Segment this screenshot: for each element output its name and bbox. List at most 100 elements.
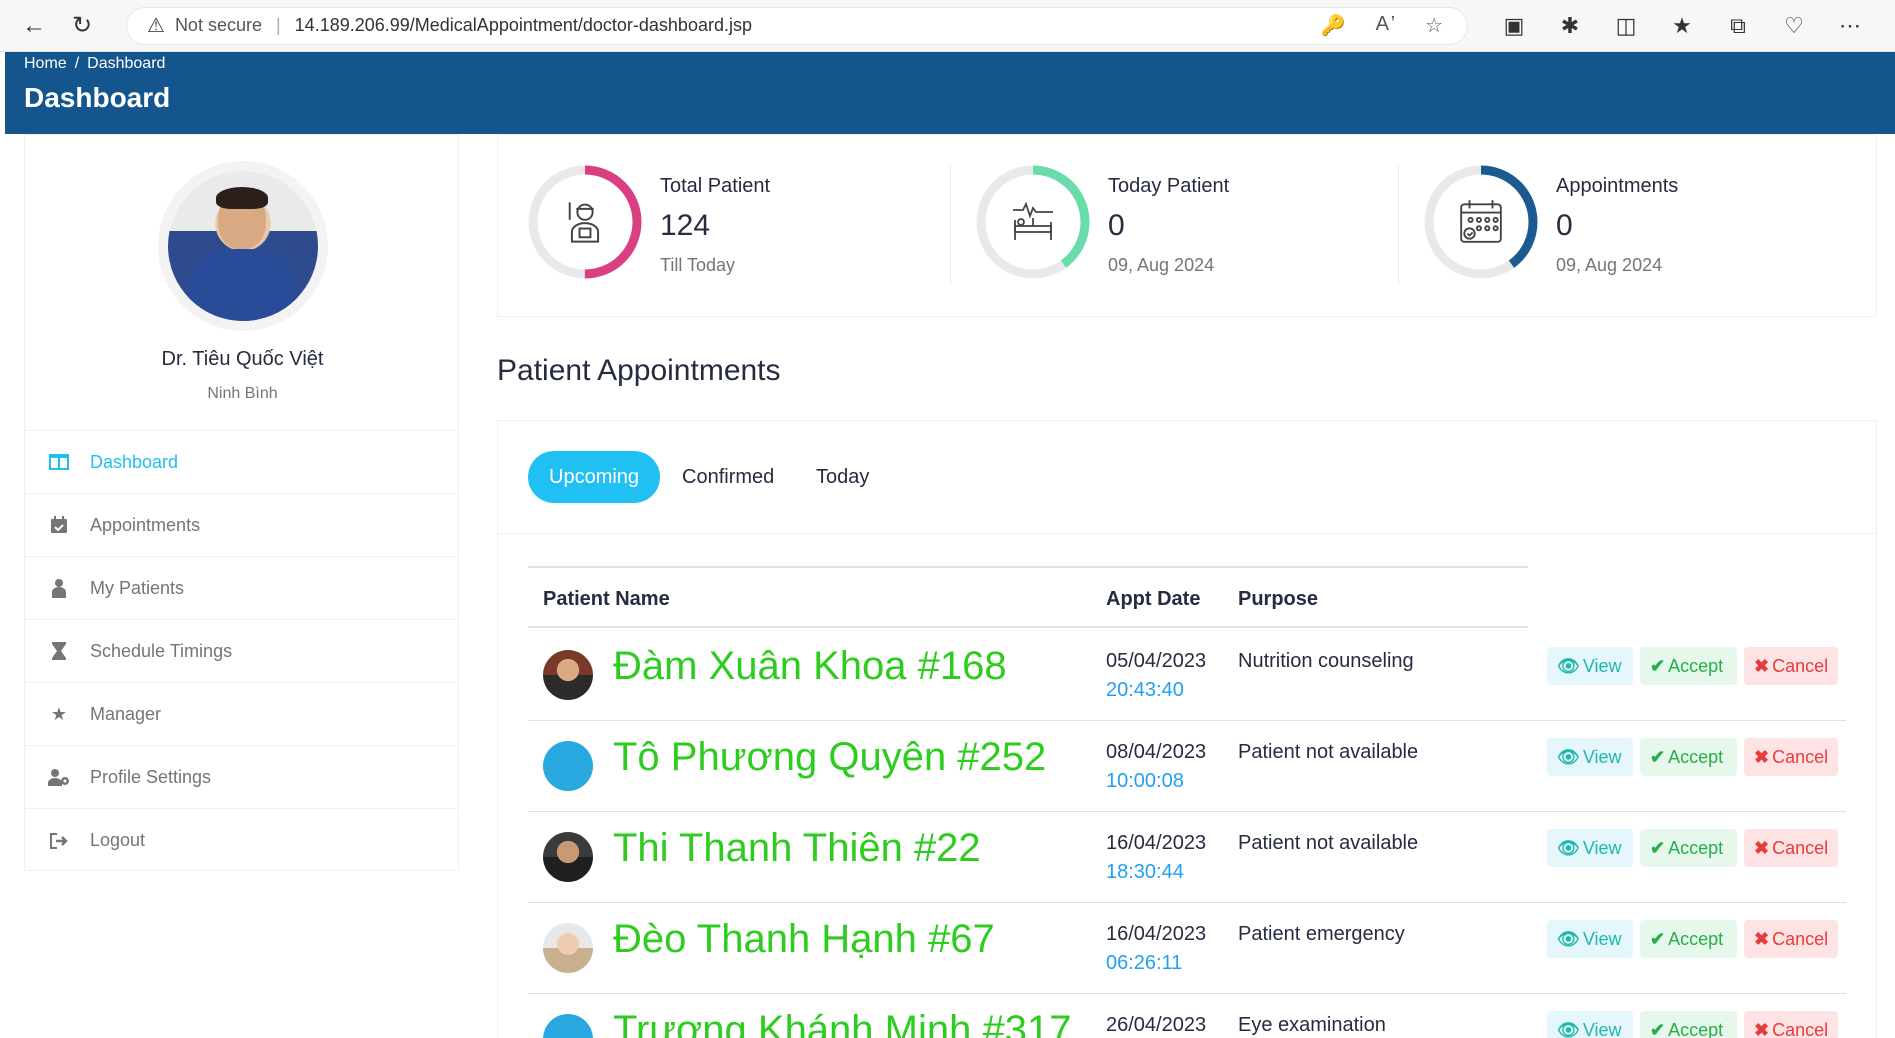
url-text[interactable]: 14.189.206.99/MedicalAppointment/doctor-…	[295, 15, 752, 36]
split-screen-icon[interactable]: ◫	[1610, 13, 1642, 39]
more-icon[interactable]: ⋯	[1834, 13, 1866, 39]
sidebar-menu: Dashboard Appointments My Patients Sched…	[25, 431, 458, 872]
tab-upcoming[interactable]: Upcoming	[528, 451, 661, 503]
sidebar-item-appointments[interactable]: Appointments	[25, 494, 458, 557]
reload-icon[interactable]: ↻	[62, 6, 102, 46]
address-bar[interactable]: ⚠ Not secure | 14.189.206.99/MedicalAppo…	[126, 6, 1468, 45]
doctor-name: Dr. Tiêu Quốc Việt	[161, 348, 324, 370]
doctor-avatar	[168, 171, 318, 321]
close-icon: ✖	[1754, 929, 1770, 949]
doctor-location: Ninh Bình	[207, 385, 278, 402]
stat-label: Appointments	[1556, 175, 1679, 197]
table-row: Đèo Thanh Hạnh #67 16/04/2023 06:26:11 Pati…	[528, 903, 1846, 994]
view-button[interactable]: 👁 View	[1547, 920, 1633, 958]
accept-label: Accept	[1668, 838, 1724, 858]
appt-date: 05/04/2023	[1106, 650, 1207, 672]
cancel-button[interactable]: ✖ Cancel	[1744, 829, 1838, 867]
patient-avatar[interactable]	[543, 1014, 593, 1038]
page-header: Home / Dashboard Dashboard	[5, 52, 1895, 134]
view-button[interactable]: 👁 View	[1547, 829, 1633, 867]
appt-purpose: Nutrition counseling	[1238, 650, 1414, 672]
appt-purpose: Patient not available	[1238, 741, 1419, 763]
patient-icon	[561, 198, 609, 246]
table-row: Đàm Xuân Khoa #168 05/04/2023 20:43:40 Nutr…	[528, 630, 1846, 721]
appt-date: 26/04/2023	[1106, 1014, 1207, 1036]
puzzle-icon[interactable]: ✱	[1554, 13, 1586, 39]
stat-sub: 09, Aug 2024	[1108, 255, 1215, 275]
sidebar-item-profile-settings[interactable]: Profile Settings	[25, 746, 458, 809]
favorite-star-icon[interactable]: ☆	[1425, 13, 1443, 38]
stat-value: 0	[1556, 209, 1573, 242]
accept-button[interactable]: ✔ Accept	[1640, 1011, 1737, 1038]
patient-avatar[interactable]	[543, 650, 593, 700]
stat-value: 124	[660, 209, 711, 242]
hospital-bed-icon	[1009, 198, 1057, 246]
column-header-purpose: Purpose	[1238, 588, 1319, 610]
health-icon[interactable]: ♡	[1778, 13, 1810, 39]
accept-button[interactable]: ✔ Accept	[1640, 738, 1737, 776]
patient-name[interactable]: Đàm Xuân Khoa #168	[613, 644, 1007, 689]
sidebar-item-logout[interactable]: Logout	[25, 809, 458, 872]
table-row: Tô Phương Quyên #252 08/04/2023 10:00:08 Pa…	[528, 721, 1846, 812]
eye-icon: 👁	[1557, 1020, 1580, 1038]
patient-name[interactable]: Tô Phương Quyên #252	[613, 735, 1046, 780]
appt-time: 10:00:08	[1106, 770, 1184, 792]
patient-icon	[47, 577, 71, 599]
stat-sub: 09, Aug 2024	[1556, 255, 1663, 275]
appt-time: 18:30:44	[1106, 861, 1184, 883]
accept-label: Accept	[1668, 747, 1724, 767]
patient-name[interactable]: Trương Khánh Minh #317	[613, 1008, 1071, 1038]
close-icon: ✖	[1754, 838, 1770, 858]
check-icon: ✔	[1650, 929, 1666, 949]
favorites-icon[interactable]: ★	[1666, 13, 1698, 39]
warning-icon: ⚠	[147, 15, 165, 37]
accept-button[interactable]: ✔ Accept	[1640, 647, 1737, 685]
progress-circle	[528, 165, 642, 279]
sidebar-item-my-patients[interactable]: My Patients	[25, 557, 458, 620]
patient-avatar[interactable]	[543, 923, 593, 973]
cancel-button[interactable]: ✖ Cancel	[1744, 920, 1838, 958]
sidebar-item-manager[interactable]: ★ Manager	[25, 683, 458, 746]
cancel-button[interactable]: ✖ Cancel	[1744, 738, 1838, 776]
view-label: View	[1582, 929, 1622, 949]
accept-button[interactable]: ✔ Accept	[1640, 920, 1737, 958]
collections-icon[interactable]: ⧉	[1722, 13, 1754, 39]
eye-icon: 👁	[1557, 747, 1580, 767]
patient-name[interactable]: Thi Thanh Thiên #22	[613, 826, 981, 871]
browser-toolbar: ← ↻ ⚠ Not secure | 14.189.206.99/Medical…	[0, 0, 1895, 52]
view-label: View	[1582, 656, 1622, 676]
view-label: View	[1582, 747, 1622, 767]
sidebar-item-schedule-timings[interactable]: Schedule Timings	[25, 620, 458, 683]
address-separator: |	[275, 15, 281, 35]
patient-avatar[interactable]	[543, 741, 593, 791]
cancel-label: Cancel	[1772, 747, 1829, 767]
stat-today-patient: Today Patient 0 09, Aug 2024	[946, 135, 1394, 318]
sidebar-item-dashboard[interactable]: Dashboard	[25, 431, 458, 494]
patient-avatar[interactable]	[543, 832, 593, 882]
view-button[interactable]: 👁 View	[1547, 647, 1633, 685]
calendar-icon	[47, 514, 71, 536]
breadcrumb-home[interactable]: Home	[24, 55, 67, 72]
key-icon[interactable]: 🔑	[1321, 13, 1346, 38]
appt-time: 20:43:40	[1106, 679, 1184, 701]
sidebar-item-label: Profile Settings	[90, 766, 212, 787]
appt-purpose: Eye examination	[1238, 1014, 1386, 1036]
cancel-button[interactable]: ✖ Cancel	[1744, 1011, 1838, 1038]
read-aloud-icon[interactable]: A ’	[1376, 13, 1395, 38]
column-header-appt-date: Appt Date	[1106, 588, 1201, 610]
cancel-label: Cancel	[1772, 656, 1829, 676]
extension-icon[interactable]: ▣	[1498, 13, 1530, 39]
patient-name[interactable]: Đèo Thanh Hạnh #67	[613, 917, 995, 962]
dashboard-stats-card: Total Patient 124 Till Today Today Patie…	[497, 134, 1877, 317]
cancel-label: Cancel	[1772, 838, 1829, 858]
tab-confirmed[interactable]: Confirmed	[661, 451, 795, 503]
accept-label: Accept	[1668, 1020, 1724, 1038]
sidebar-item-label: Schedule Timings	[90, 640, 233, 661]
back-arrow-icon[interactable]: ←	[14, 6, 54, 46]
accept-button[interactable]: ✔ Accept	[1640, 829, 1737, 867]
view-button[interactable]: 👁 View	[1547, 1011, 1633, 1038]
accept-label: Accept	[1668, 929, 1724, 949]
view-button[interactable]: 👁 View	[1547, 738, 1633, 776]
cancel-button[interactable]: ✖ Cancel	[1744, 647, 1838, 685]
tab-today[interactable]: Today	[795, 451, 890, 503]
